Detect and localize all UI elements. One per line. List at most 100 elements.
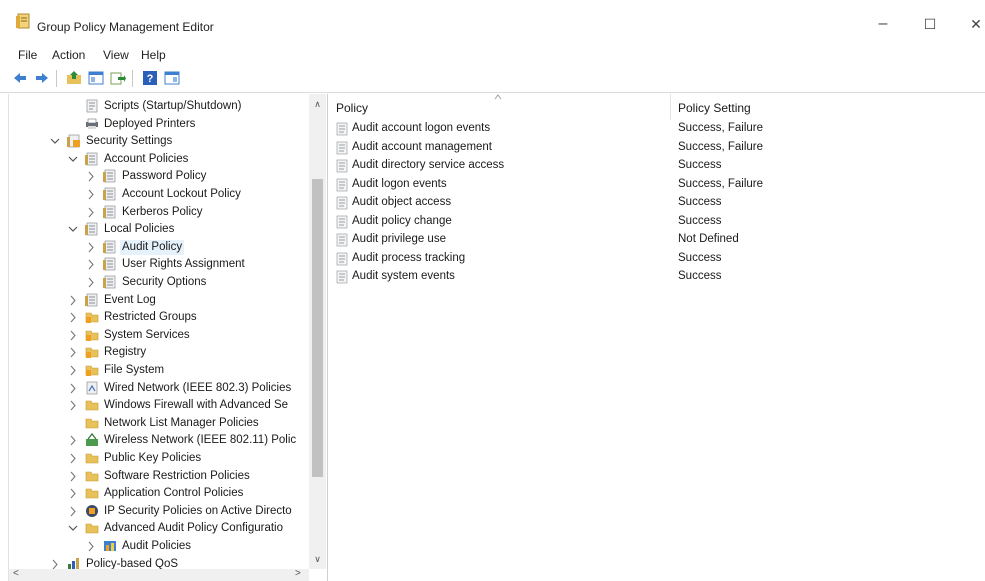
chevron-right-icon[interactable] — [67, 344, 79, 361]
tree-item-label: Password Policy — [122, 170, 207, 183]
policy-item-icon — [336, 233, 348, 247]
chevron-right-icon[interactable] — [85, 239, 97, 256]
scroll-thumb[interactable] — [312, 179, 323, 477]
policy-row[interactable]: Audit logon events Success, Failure — [329, 176, 985, 194]
tree-item[interactable]: Audit Policy — [9, 239, 309, 256]
chevron-down-icon[interactable] — [49, 133, 61, 150]
tree-item[interactable]: Local Policies — [9, 221, 309, 238]
tree-item[interactable]: Wired Network (IEEE 802.3) Policies — [9, 380, 309, 397]
tree-item[interactable]: Kerberos Policy — [9, 204, 309, 221]
policy-row[interactable]: Audit account logon events Success, Failu… — [329, 120, 985, 138]
chevron-right-icon[interactable] — [85, 186, 97, 203]
back-arrow-icon[interactable] — [12, 70, 28, 86]
scroll-down-arrow[interactable]: ∨ — [309, 554, 326, 565]
policy-icon — [103, 187, 116, 201]
scroll-right-arrow[interactable]: > — [295, 568, 301, 579]
tree-item-label: Audit Policies — [122, 540, 192, 552]
column-separator[interactable] — [670, 94, 671, 120]
chevron-right-icon[interactable] — [67, 468, 79, 485]
tree-item[interactable]: System Services — [9, 327, 309, 344]
chevron-right-icon[interactable] — [85, 168, 97, 185]
tree-item-label: Registry — [104, 346, 147, 359]
policy-row[interactable]: Audit privilege use Not Defined — [329, 231, 985, 249]
chevron-right-icon[interactable] — [67, 292, 79, 309]
chevron-right-icon[interactable] — [67, 380, 79, 397]
menu-file[interactable]: File — [18, 48, 37, 62]
tree-item[interactable]: Software Restriction Policies — [9, 468, 309, 485]
chevron-right-icon[interactable] — [67, 450, 79, 467]
tree-item[interactable]: Event Log — [9, 292, 309, 309]
tree-item[interactable]: Registry — [9, 344, 309, 361]
menu-help[interactable]: Help — [141, 48, 166, 62]
chevron-right-icon[interactable] — [85, 274, 97, 291]
tree-item[interactable]: Wireless Network (IEEE 802.11) Polic — [9, 432, 309, 449]
chevron-down-icon[interactable] — [67, 221, 79, 238]
policy-setting-value: Success — [678, 251, 722, 264]
policy-icon — [85, 152, 98, 166]
chevron-right-icon[interactable] — [85, 204, 97, 221]
chevron-right-icon[interactable] — [85, 256, 97, 273]
policy-row[interactable]: Audit directory service access Success — [329, 157, 985, 175]
tree-item-label: User Rights Assignment — [122, 258, 245, 271]
policy-row[interactable]: Audit policy change Success — [329, 213, 985, 231]
menu-bar: File Action View Help — [0, 44, 985, 66]
chevron-right-icon[interactable] — [85, 538, 97, 555]
show-action-pane-icon[interactable] — [164, 70, 180, 86]
help-icon[interactable]: ? — [142, 70, 158, 86]
tree-item[interactable]: Windows Firewall with Advanced Se — [9, 397, 309, 414]
tree-item[interactable]: Application Control Policies — [9, 485, 309, 502]
policy-name: Audit object access — [352, 196, 452, 208]
export-list-icon[interactable] — [110, 70, 126, 86]
chevron-right-icon[interactable] — [67, 503, 79, 520]
up-folder-icon[interactable] — [66, 70, 82, 86]
tree-item[interactable]: Scripts (Startup/Shutdown) — [9, 98, 309, 115]
tree-item[interactable]: Password Policy — [9, 168, 309, 185]
forward-arrow-icon[interactable] — [34, 70, 50, 86]
maximize-button[interactable]: ☐ — [915, 12, 945, 36]
chevron-right-icon[interactable] — [67, 432, 79, 449]
tree-item[interactable]: Advanced Audit Policy Configuratio — [9, 520, 309, 537]
tree-item[interactable]: User Rights Assignment — [9, 256, 309, 273]
policy-row[interactable]: Audit object access Success — [329, 194, 985, 212]
tree-item[interactable]: Account Lockout Policy — [9, 186, 309, 203]
tree-item[interactable]: File System — [9, 362, 309, 379]
tree-item[interactable]: Deployed Printers — [9, 116, 309, 133]
chevron-right-icon[interactable] — [67, 362, 79, 379]
group-policy-app-icon — [16, 13, 30, 29]
chevron-down-icon[interactable] — [67, 151, 79, 168]
menu-view[interactable]: View — [103, 48, 129, 62]
title-bar: Group Policy Management Editor – ☐ ✕ — [0, 0, 985, 42]
tree-horizontal-scrollbar[interactable]: < > — [9, 568, 309, 581]
policy-row[interactable]: Audit account management Success, Failure — [329, 139, 985, 157]
tree-item[interactable]: Security Settings — [9, 133, 309, 150]
tree-item[interactable]: Network List Manager Policies — [9, 415, 309, 432]
tree-item[interactable]: Audit Policies — [9, 538, 309, 555]
tree-item[interactable]: IP Security Policies on Active Directo — [9, 503, 309, 520]
scroll-left-arrow[interactable]: < — [13, 568, 19, 579]
chevron-right-icon[interactable] — [67, 309, 79, 326]
audit-policies-icon — [104, 541, 116, 551]
tree-item[interactable]: Restricted Groups — [9, 309, 309, 326]
chevron-right-icon[interactable] — [67, 485, 79, 502]
chevron-right-icon[interactable] — [67, 397, 79, 414]
scroll-up-arrow[interactable]: ∧ — [309, 99, 326, 110]
show-hide-tree-icon[interactable] — [88, 70, 104, 86]
policy-row[interactable]: Audit process tracking Success — [329, 250, 985, 268]
locked-folder-icon — [85, 348, 99, 359]
close-button[interactable]: ✕ — [961, 12, 985, 36]
tree-vertical-scrollbar[interactable]: ∧ ∨ — [309, 94, 326, 569]
column-header-policy[interactable]: Policy — [336, 98, 368, 118]
menu-action[interactable]: Action — [52, 48, 85, 62]
printer-icon — [86, 118, 98, 129]
tree-item[interactable]: Security Options — [9, 274, 309, 291]
policy-row[interactable]: Audit system events Success — [329, 268, 985, 286]
tree-item[interactable]: Public Key Policies — [9, 450, 309, 467]
policy-item-icon — [336, 252, 348, 265]
minimize-button[interactable]: – — [868, 12, 898, 36]
chevron-down-icon[interactable] — [67, 520, 79, 537]
tree-item[interactable]: Account Policies — [9, 151, 309, 168]
chevron-right-icon[interactable] — [67, 327, 79, 344]
column-header-policy-setting[interactable]: Policy Setting — [678, 98, 751, 118]
policy-name: Audit account logon events — [352, 122, 491, 134]
sort-ascending-icon — [494, 94, 502, 100]
